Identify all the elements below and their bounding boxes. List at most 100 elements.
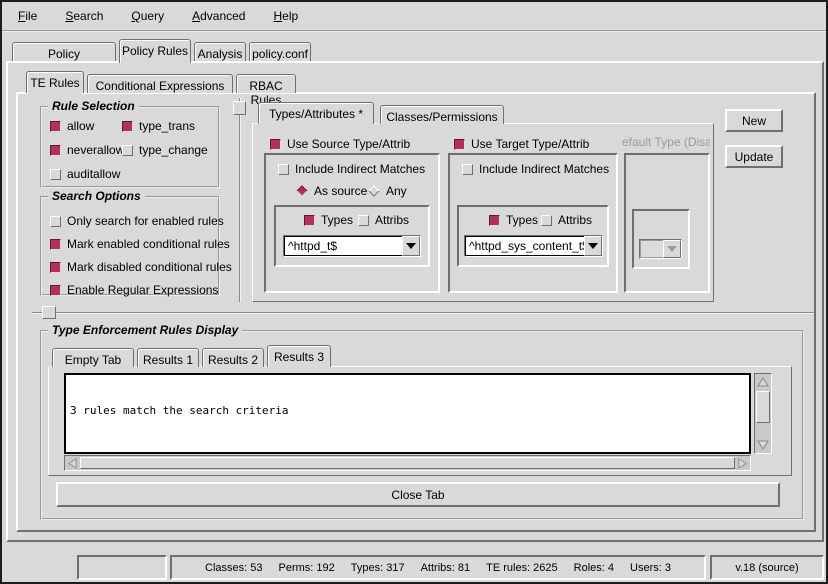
vscroll-thumb[interactable]: [756, 391, 770, 423]
tab-policy-components[interactable]: Policy Components: [12, 42, 116, 62]
checkbox-use-target-label: Use Target Type/Attrib: [471, 137, 589, 151]
checkbox-type-change[interactable]: type_change: [122, 143, 208, 157]
menu-search[interactable]: Search: [61, 7, 107, 25]
target-type-combobox-value[interactable]: ^httpd_sys_content_t$: [465, 236, 584, 256]
checkbox-neverallow-indicator: [50, 145, 61, 156]
vertical-sash-handle[interactable]: [233, 101, 246, 115]
scroll-up-icon[interactable]: [756, 375, 770, 389]
policy-version-label: v.18 (source): [735, 562, 798, 574]
target-type-combobox-button[interactable]: [584, 236, 602, 256]
checkbox-target-indirect[interactable]: Include Indirect Matches: [462, 162, 609, 176]
checkbox-allow-indicator: [50, 121, 61, 132]
default-type-combobox-value: [640, 240, 663, 258]
status-version-box: v.18 (source): [710, 555, 824, 580]
checkbox-allow-label: allow: [67, 119, 94, 133]
stat-perms: Perms: 192: [279, 562, 335, 574]
tab-classes-permissions[interactable]: Classes/Permissions: [380, 105, 504, 124]
checkbox-neverallow[interactable]: neverallow: [50, 143, 124, 157]
stat-te-rules: TE rules: 2625: [486, 562, 558, 574]
checkbox-use-target[interactable]: Use Target Type/Attrib: [454, 137, 589, 151]
checkbox-source-attribs-label: Attribs: [375, 213, 409, 227]
tab-policy-conf[interactable]: policy.conf: [249, 42, 311, 62]
default-type-combobox-button: [663, 240, 681, 258]
results-hscrollbar[interactable]: [64, 455, 751, 471]
menu-query[interactable]: Query: [127, 7, 168, 25]
radio-any-indicator: [368, 185, 379, 196]
checkbox-source-indirect-label: Include Indirect Matches: [295, 162, 425, 176]
checkbox-source-types-label: Types: [321, 213, 353, 227]
results-summary: 3 rules match the search criteria: [70, 404, 745, 418]
default-type-label: efault Type (Disa: [622, 135, 710, 149]
tab-types-attributes[interactable]: Types/Attributes *: [258, 102, 374, 124]
stat-users: Users: 3: [630, 562, 671, 574]
scroll-down-icon[interactable]: [756, 438, 770, 452]
checkbox-source-indirect[interactable]: Include Indirect Matches: [278, 162, 425, 176]
radio-any-label: Any: [386, 184, 407, 198]
apol-window: File Search Query Advanced Help Policy C…: [0, 0, 828, 584]
checkbox-target-types-label: Types: [506, 213, 538, 227]
checkbox-source-indirect-indicator: [278, 164, 289, 175]
tab-join3: [260, 122, 372, 125]
checkbox-target-attribs-indicator: [541, 215, 552, 226]
menu-help[interactable]: Help: [269, 7, 302, 25]
checkbox-enable-regex-label: Enable Regular Expressions: [67, 283, 218, 297]
checkbox-type-trans-label: type_trans: [139, 119, 195, 133]
status-empty-box: [77, 555, 167, 580]
checkbox-target-indirect-label: Include Indirect Matches: [479, 162, 609, 176]
checkbox-type-trans[interactable]: type_trans: [122, 119, 195, 133]
checkbox-auditallow[interactable]: auditallow: [50, 167, 120, 181]
source-type-combobox-button[interactable]: [402, 236, 420, 256]
source-type-combobox[interactable]: ^httpd_t$: [283, 235, 421, 257]
checkbox-mark-disabled-indicator: [50, 262, 61, 273]
tab-empty-tab[interactable]: Empty Tab: [52, 348, 134, 367]
new-button[interactable]: New: [725, 109, 783, 132]
radio-any[interactable]: Any: [368, 184, 407, 198]
checkbox-type-trans-indicator: [122, 121, 133, 132]
tab-rbac-rules[interactable]: RBAC Rules: [236, 74, 296, 93]
tab-results-1[interactable]: Results 1: [137, 348, 199, 367]
tab-analysis[interactable]: Analysis: [194, 42, 246, 62]
checkbox-enable-regex[interactable]: Enable Regular Expressions: [50, 283, 218, 297]
source-type-combobox-value[interactable]: ^httpd_t$: [284, 236, 402, 256]
checkbox-target-attribs[interactable]: Attribs: [541, 213, 592, 227]
checkbox-neverallow-label: neverallow: [67, 143, 124, 157]
menu-advanced[interactable]: Advanced: [188, 7, 249, 25]
radio-as-source[interactable]: As source: [296, 184, 367, 198]
checkbox-target-types[interactable]: Types: [489, 213, 538, 227]
search-options-title: Search Options: [48, 189, 145, 203]
checkbox-source-attribs-indicator: [358, 215, 369, 226]
update-button[interactable]: Update: [725, 145, 783, 168]
results-textarea[interactable]: 3 rules match the search criteria (5822)…: [64, 373, 751, 454]
results-vscrollbar[interactable]: [754, 373, 772, 454]
scroll-left-icon[interactable]: [66, 457, 79, 469]
hscroll-thumb[interactable]: [80, 457, 735, 469]
menu-bar: File Search Query Advanced Help: [2, 2, 826, 32]
target-type-combobox[interactable]: ^httpd_sys_content_t$: [464, 235, 603, 257]
horizontal-sash-handle[interactable]: [42, 306, 56, 319]
stat-roles: Roles: 4: [574, 562, 614, 574]
checkbox-mark-enabled[interactable]: Mark enabled conditional rules: [50, 237, 230, 251]
checkbox-mark-enabled-label: Mark enabled conditional rules: [67, 237, 230, 251]
checkbox-only-enabled[interactable]: Only search for enabled rules: [50, 214, 224, 228]
checkbox-target-indirect-indicator: [462, 164, 473, 175]
checkbox-mark-disabled[interactable]: Mark disabled conditional rules: [50, 260, 232, 274]
checkbox-use-source-label: Use Source Type/Attrib: [287, 137, 410, 151]
checkbox-use-source[interactable]: Use Source Type/Attrib: [270, 137, 410, 151]
checkbox-source-types[interactable]: Types: [304, 213, 353, 227]
horizontal-sash-line: [32, 312, 814, 314]
checkbox-allow[interactable]: allow: [50, 119, 94, 133]
scroll-right-icon[interactable]: [736, 457, 749, 469]
tab-results-3[interactable]: Results 3: [267, 345, 331, 367]
close-tab-button[interactable]: Close Tab: [56, 482, 780, 507]
tab-results-2[interactable]: Results 2: [202, 348, 264, 367]
checkbox-auditallow-label: auditallow: [67, 167, 120, 181]
checkbox-source-attribs[interactable]: Attribs: [358, 213, 409, 227]
rule-selection-title: Rule Selection: [48, 99, 139, 113]
tab-conditional-expressions[interactable]: Conditional Expressions: [87, 74, 233, 93]
checkbox-mark-enabled-indicator: [50, 239, 61, 250]
te-display-title: Type Enforcement Rules Display: [48, 323, 242, 337]
chevron-down-icon: [588, 243, 598, 249]
stat-attribs: Attribs: 81: [421, 562, 471, 574]
tab-join2: [28, 90, 82, 95]
menu-file[interactable]: File: [14, 7, 41, 25]
